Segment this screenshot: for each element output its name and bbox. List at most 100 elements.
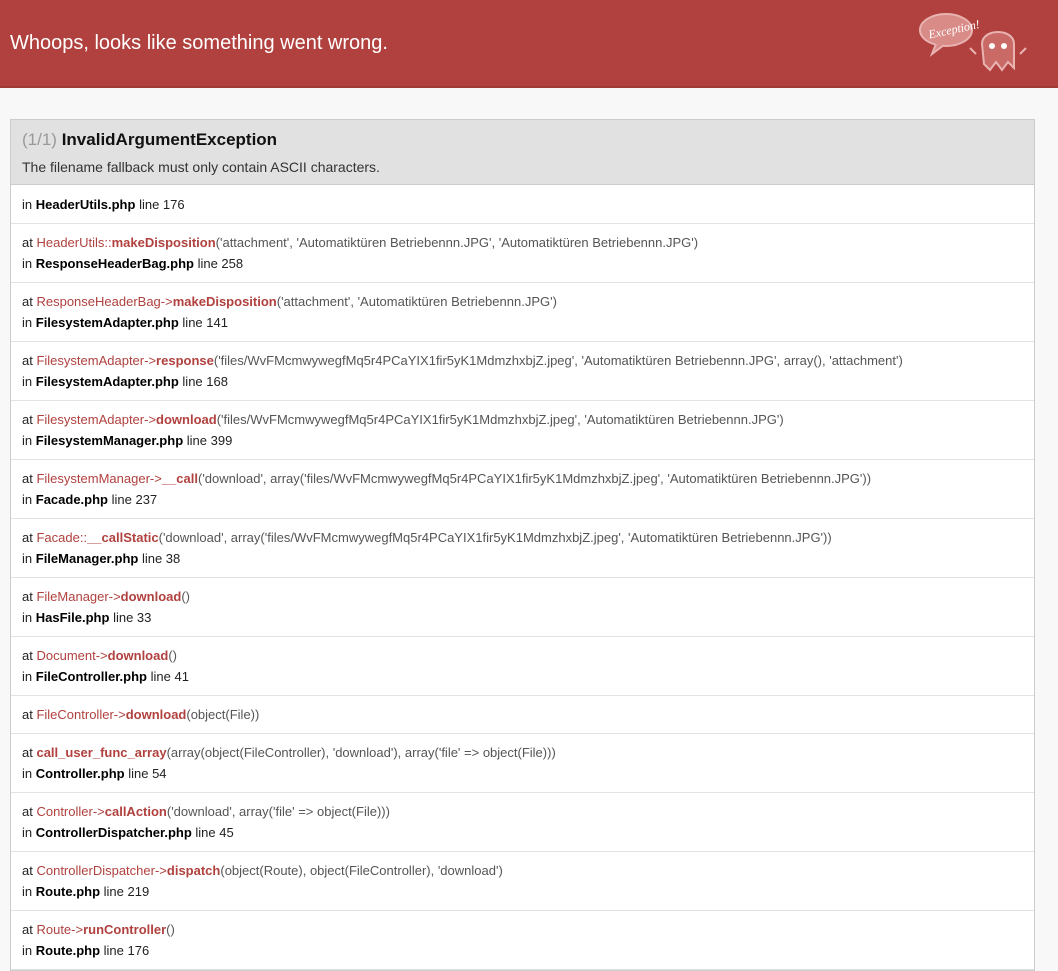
trace-frame[interactable]: at FileManager->download() in HasFile.php… xyxy=(11,578,1034,637)
trace-frame[interactable]: at FilesystemManager->__call('download',… xyxy=(11,460,1034,519)
frame-location: in Route.php line 219 xyxy=(22,881,1023,902)
frame-call: at FilesystemAdapter->download('files/Wv… xyxy=(22,409,1023,430)
in-label: in xyxy=(22,610,33,625)
in-label: in xyxy=(22,766,33,781)
frame-file: Route.php xyxy=(35,884,101,899)
frame-file: HasFile.php xyxy=(35,610,110,625)
frame-separator: -> xyxy=(92,804,105,819)
frame-args: ('attachment', 'Automatiktüren Betrieben… xyxy=(276,294,557,309)
frame-function: call_user_func_array xyxy=(36,745,167,760)
trace-frame[interactable]: at HeaderUtils::makeDisposition('attachm… xyxy=(11,224,1034,283)
frame-args: ('files/WvFMcmwywegfMq5r4PCaYIX1fir5yK1M… xyxy=(213,353,903,368)
at-label: at xyxy=(22,471,33,486)
in-label: in xyxy=(22,197,33,212)
frame-function: download xyxy=(125,707,187,722)
trace-frame[interactable]: at ResponseHeaderBag->makeDisposition('a… xyxy=(11,283,1034,342)
frame-args: (array(object(FileController), 'download… xyxy=(166,745,556,760)
frame-function: callAction xyxy=(104,804,167,819)
frame-location: in Controller.php line 54 xyxy=(22,763,1023,784)
at-label: at xyxy=(22,648,33,663)
at-label: at xyxy=(22,530,33,545)
frame-location: in ResponseHeaderBag.php line 258 xyxy=(22,253,1023,274)
frame-class: Route xyxy=(36,922,72,937)
frame-separator: -> xyxy=(108,589,121,604)
exception-header: (1/1) InvalidArgumentException The filen… xyxy=(11,120,1034,185)
at-label: at xyxy=(22,863,33,878)
trace-frame[interactable]: at call_user_func_array(array(object(Fil… xyxy=(11,734,1034,793)
frame-line: line 38 xyxy=(141,551,181,566)
frame-args: ('attachment', 'Automatiktüren Betrieben… xyxy=(215,235,699,250)
in-label: in xyxy=(22,551,33,566)
frame-class: ResponseHeaderBag xyxy=(36,294,161,309)
frame-file: Controller.php xyxy=(35,766,125,781)
trace-frame[interactable]: at ControllerDispatcher->dispatch(object… xyxy=(11,852,1034,911)
in-label: in xyxy=(22,943,33,958)
frame-line: line 176 xyxy=(139,197,185,212)
exception-panel: (1/1) InvalidArgumentException The filen… xyxy=(10,119,1035,971)
frame-call: at FileController->download(object(File)… xyxy=(22,704,1023,725)
frame-line: line 399 xyxy=(186,433,233,448)
frame-call: at call_user_func_array(array(object(Fil… xyxy=(22,742,1023,763)
at-label: at xyxy=(22,412,33,427)
frame-args: ('download', array('file' => object(File… xyxy=(166,804,390,819)
trace-frame[interactable]: at Controller->callAction('download', ar… xyxy=(11,793,1034,852)
at-label: at xyxy=(22,922,33,937)
frame-args: (object(File)) xyxy=(186,707,260,722)
frame-file: Route.php xyxy=(35,943,101,958)
whoops-ghost-logo: Exception! xyxy=(919,13,1027,72)
frame-location: in FileController.php line 41 xyxy=(22,666,1023,687)
frame-location: in FilesystemAdapter.php line 141 xyxy=(22,312,1023,333)
frame-line: line 219 xyxy=(103,884,150,899)
page-title: Whoops, looks like something went wrong. xyxy=(10,32,388,54)
frame-args: () xyxy=(166,922,175,937)
frame-separator: :: xyxy=(79,530,88,545)
frame-class: Document xyxy=(36,648,96,663)
exception-title: (1/1) InvalidArgumentException xyxy=(22,130,1023,150)
frame-separator: -> xyxy=(95,648,108,663)
frame-class: Facade xyxy=(36,530,80,545)
trace-frame[interactable]: at FileController->download(object(File)… xyxy=(11,696,1034,734)
frame-args: ('files/WvFMcmwywegfMq5r4PCaYIX1fir5yK1M… xyxy=(216,412,784,427)
frame-function: download xyxy=(120,589,182,604)
frame-line: line 41 xyxy=(150,669,189,684)
frame-separator: -> xyxy=(160,294,173,309)
frame-line: line 45 xyxy=(195,825,234,840)
frame-function: __call xyxy=(161,471,198,486)
frame-line: line 141 xyxy=(182,315,228,330)
frame-file: FileController.php xyxy=(35,669,147,684)
frame-call: at Route->runController() xyxy=(22,919,1023,940)
frame-call: at FilesystemAdapter->response('files/Wv… xyxy=(22,350,1023,371)
at-label: at xyxy=(22,589,33,604)
frame-location: in ControllerDispatcher.php line 45 xyxy=(22,822,1023,843)
at-label: at xyxy=(22,294,33,309)
frame-location: in HasFile.php line 33 xyxy=(22,607,1023,628)
frame-file: Facade.php xyxy=(35,492,108,507)
trace-frame[interactable]: at Facade::__callStatic('download', arra… xyxy=(11,519,1034,578)
in-label: in xyxy=(22,256,33,271)
frame-function: makeDisposition xyxy=(172,294,277,309)
frame-separator: -> xyxy=(113,707,126,722)
frame-separator: -> xyxy=(144,353,157,368)
frame-class: FileController xyxy=(36,707,114,722)
trace-first-frame: in HeaderUtils.php line 176 xyxy=(11,185,1034,224)
frame-call: at FileManager->download() xyxy=(22,586,1023,607)
frame-location: in FilesystemAdapter.php line 168 xyxy=(22,371,1023,392)
frame-call: at ResponseHeaderBag->makeDisposition('a… xyxy=(22,291,1023,312)
trace-frame[interactable]: at Document->download() in FileController… xyxy=(11,637,1034,696)
frame-separator: -> xyxy=(71,922,84,937)
trace-frame[interactable]: at FilesystemAdapter->download('files/Wv… xyxy=(11,401,1034,460)
frame-separator: -> xyxy=(144,412,157,427)
trace-frame[interactable]: at FilesystemAdapter->response('files/Wv… xyxy=(11,342,1034,401)
at-label: at xyxy=(22,353,33,368)
frame-line: line 176 xyxy=(103,943,150,958)
frame-location: in Route.php line 176 xyxy=(22,940,1023,961)
in-label: in xyxy=(22,669,33,684)
trace-frame[interactable]: at Route->runController() in Route.php li… xyxy=(11,911,1034,970)
frame-class: FileManager xyxy=(36,589,109,604)
frame-args: ('download', array('files/WvFMcmwywegfMq… xyxy=(158,530,832,545)
frame-file: FilesystemManager.php xyxy=(35,433,184,448)
in-label: in xyxy=(22,315,33,330)
frame-class: FilesystemManager xyxy=(36,471,150,486)
frame-line: line 237 xyxy=(111,492,158,507)
frame-line: line 168 xyxy=(182,374,228,389)
